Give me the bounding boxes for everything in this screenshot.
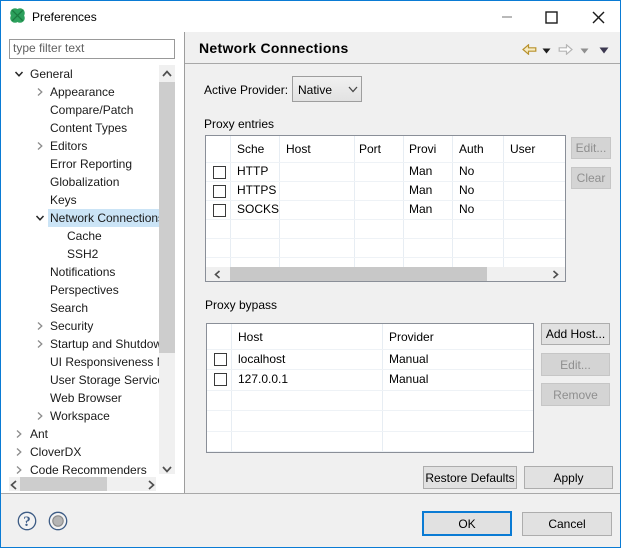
svg-text:?: ?	[23, 514, 31, 530]
